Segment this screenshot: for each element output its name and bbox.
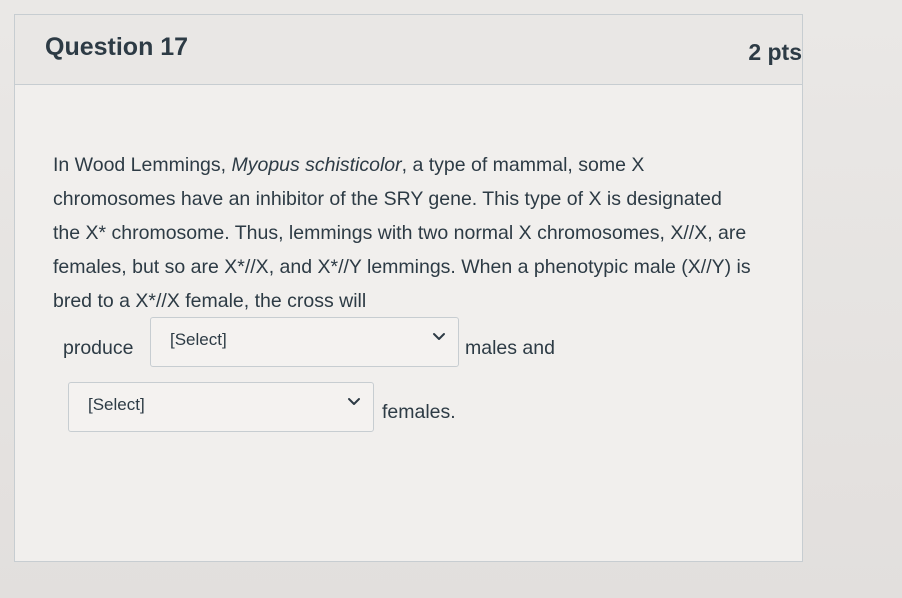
question-title: Question 17 [45, 33, 189, 61]
males-and-label: males and [465, 337, 555, 359]
screen: Question 17 2 pts In Wood Lemmings, Myop… [0, 0, 902, 598]
question-header: Question 17 2 pts [15, 15, 802, 85]
question-text-part1: In Wood Lemmings, [53, 154, 232, 176]
females-dropdown-value: [Select] [88, 395, 145, 414]
question-points: 2 pts [748, 39, 802, 65]
species-name: Myopus schisticolor [231, 154, 402, 176]
question-text: In Wood Lemmings, Myopus schisticolor, a… [53, 148, 753, 318]
males-dropdown-value: [Select] [170, 330, 227, 349]
question-text-part2: , a type of mammal, some X chromosomes h… [53, 154, 751, 312]
question-paragraph: In Wood Lemmings, Myopus schisticolor, a… [53, 148, 753, 318]
chevron-down-icon [433, 333, 445, 340]
question-card: Question 17 2 pts In Wood Lemmings, Myop… [14, 14, 803, 562]
chevron-down-icon [348, 398, 360, 405]
males-count-dropdown[interactable]: [Select] [150, 317, 459, 367]
produce-label: produce [63, 337, 134, 359]
females-count-dropdown[interactable]: [Select] [68, 382, 374, 432]
females-label: females. [382, 401, 456, 423]
